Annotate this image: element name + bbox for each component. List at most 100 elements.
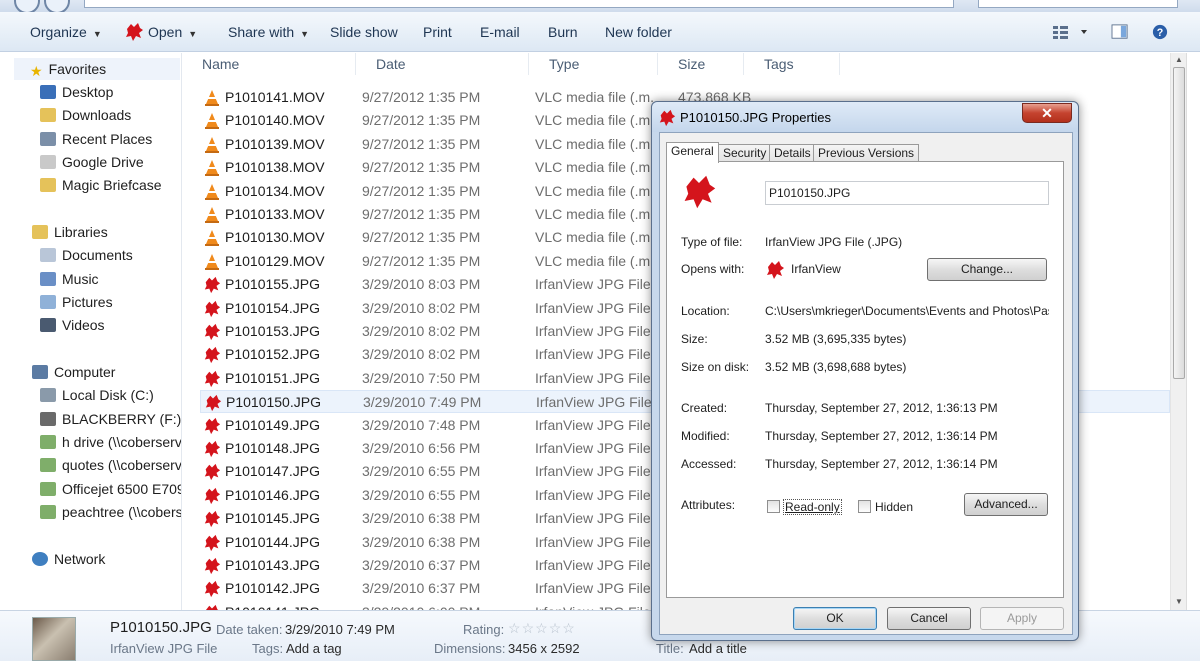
dialog-titlebar[interactable]: P1010150.JPG Properties ✕ [652, 102, 1078, 132]
tab-general[interactable]: General [666, 142, 719, 163]
nav-google-drive[interactable]: Google Drive [40, 151, 144, 173]
file-date: 9/27/2012 1:35 PM [362, 182, 481, 199]
back-button[interactable] [14, 0, 40, 12]
nav-local-disk[interactable]: Local Disk (C:) [40, 384, 154, 406]
scroll-up-icon[interactable]: ▲ [1175, 55, 1183, 64]
email-button[interactable]: E-mail [480, 12, 520, 52]
star-icon[interactable]: ☆ [549, 620, 562, 637]
location-label: Location: [681, 304, 730, 318]
vertical-scrollbar[interactable]: ▲ ▼ [1170, 53, 1186, 610]
file-name: P1010133.MOV [225, 206, 325, 222]
slide-show-button[interactable]: Slide show [330, 12, 398, 52]
network-drive-icon [40, 505, 56, 519]
star-icon[interactable]: ☆ [522, 620, 535, 637]
size-on-disk-value: 3.52 MB (3,698,688 bytes) [765, 360, 907, 374]
file-type: IrfanView JPG File [535, 440, 651, 456]
file-name-cell: P1010148.JPG [200, 437, 360, 460]
open-button[interactable]: Open ▼ [124, 12, 197, 52]
preview-pane-icon[interactable] [1110, 24, 1130, 40]
close-button[interactable]: ✕ [1022, 103, 1072, 123]
location-value: C:\Users\mkrieger\Documents\Events and P… [765, 304, 1049, 318]
tab-security[interactable]: Security [718, 144, 772, 162]
nav-quotes-label: quotes (\\coberserve [62, 457, 182, 473]
ok-button[interactable]: OK [793, 607, 877, 630]
hidden-label[interactable]: Hidden [875, 500, 913, 514]
nav-videos[interactable]: Videos [40, 314, 105, 336]
tab-previous-versions[interactable]: Previous Versions [813, 144, 920, 162]
file-type: VLC media file (.m... [535, 182, 655, 199]
organize-button[interactable]: Organize ▼ [30, 12, 102, 52]
views-icon[interactable] [1052, 24, 1096, 40]
burn-button[interactable]: Burn [548, 12, 578, 52]
read-only-checkbox[interactable] [767, 500, 780, 513]
nav-quotes[interactable]: quotes (\\coberserve [40, 454, 182, 476]
nav-favorites[interactable]: ★ Favorites [14, 58, 180, 80]
file-type: IrfanView JPG File [535, 369, 651, 386]
type-of-file-value: IrfanView JPG File (.JPG) [765, 235, 903, 249]
file-type: VLC media file (.m... [535, 159, 655, 176]
file-name: P1010155.JPG [225, 276, 320, 293]
chevron-down-icon: ▼ [92, 29, 102, 39]
command-bar: Organize ▼ Open ▼ Share with ▼ Slide show P… [0, 12, 1200, 52]
address-bar[interactable] [84, 0, 954, 8]
irfanview-icon [205, 395, 222, 412]
hidden-checkbox[interactable] [858, 500, 871, 513]
column-header-size[interactable]: Size [658, 53, 744, 75]
nav-libraries[interactable]: Libraries [32, 221, 108, 243]
tab-details[interactable]: Details [769, 144, 816, 162]
nav-magic-briefcase[interactable]: Magic Briefcase [40, 174, 162, 196]
forward-button[interactable] [44, 0, 70, 12]
help-icon[interactable]: ? [1151, 24, 1169, 40]
nav-documents[interactable]: Documents [40, 244, 133, 266]
divider [681, 289, 1047, 290]
scroll-down-icon[interactable]: ▼ [1175, 597, 1183, 606]
nav-peachtree[interactable]: peachtree (\\coberse [40, 501, 181, 523]
star-icon[interactable]: ☆ [562, 620, 575, 637]
print-button[interactable]: Print [423, 12, 452, 52]
nav-pictures[interactable]: Pictures [40, 291, 113, 313]
nav-desktop[interactable]: Desktop [40, 81, 113, 103]
apply-button[interactable]: Apply [980, 607, 1064, 630]
new-folder-button[interactable]: New folder [605, 12, 672, 52]
date-taken-value[interactable]: 3/29/2010 7:49 PM [285, 622, 395, 637]
nav-downloads[interactable]: Downloads [40, 104, 131, 126]
file-name-cell: P1010151.JPG [200, 367, 360, 390]
accessed-value: Thursday, September 27, 2012, 1:36:14 PM [765, 457, 998, 471]
file-date: 9/27/2012 1:35 PM [362, 112, 481, 129]
column-header-date[interactable]: Date [356, 53, 529, 75]
navigation-pane: ★ Favorites Desktop Downloads Recent Plac… [0, 53, 182, 610]
share-with-button[interactable]: Share with ▼ [228, 12, 309, 52]
nav-computer[interactable]: Computer [32, 361, 115, 383]
nav-magic-briefcase-label: Magic Briefcase [62, 177, 162, 193]
cancel-button[interactable]: Cancel [887, 607, 971, 630]
search-box[interactable] [978, 0, 1178, 8]
filename-field[interactable]: P1010150.JPG [765, 181, 1049, 205]
column-header-type[interactable]: Type [529, 53, 658, 75]
network-drive-icon [40, 482, 56, 496]
nav-h-drive[interactable]: h drive (\\coberserve [40, 431, 181, 453]
star-icon[interactable]: ☆ [508, 620, 521, 637]
advanced-button[interactable]: Advanced... [964, 493, 1048, 516]
nav-music[interactable]: Music [40, 268, 99, 290]
file-name: P1010147.JPG [225, 463, 320, 480]
read-only-label[interactable]: Read-only [783, 499, 842, 515]
nav-network[interactable]: Network [32, 548, 105, 570]
title-value[interactable]: Add a title [689, 641, 747, 656]
divider [681, 483, 1047, 484]
nav-recent-places[interactable]: Recent Places [40, 128, 152, 150]
nav-officejet[interactable]: Officejet 6500 E709a [40, 478, 181, 500]
scrollbar-thumb[interactable] [1173, 67, 1185, 379]
nav-blackberry[interactable]: BLACKBERRY (F:) [40, 408, 181, 430]
change-button[interactable]: Change... [927, 258, 1047, 281]
size-label: Size: [681, 332, 708, 346]
tags-value[interactable]: Add a tag [286, 641, 342, 656]
file-type: IrfanView JPG File [535, 323, 651, 339]
column-header-name[interactable]: Name [182, 53, 356, 75]
file-date: 3/29/2010 7:50 PM [362, 369, 481, 386]
file-date: 9/27/2012 1:35 PM [362, 135, 481, 152]
star-icon[interactable]: ☆ [535, 620, 548, 637]
column-header-tags[interactable]: Tags [744, 53, 840, 75]
nav-google-drive-label: Google Drive [62, 154, 144, 170]
rating-stars[interactable]: ☆☆☆☆☆ [508, 620, 576, 637]
irfanview-icon [204, 511, 221, 528]
